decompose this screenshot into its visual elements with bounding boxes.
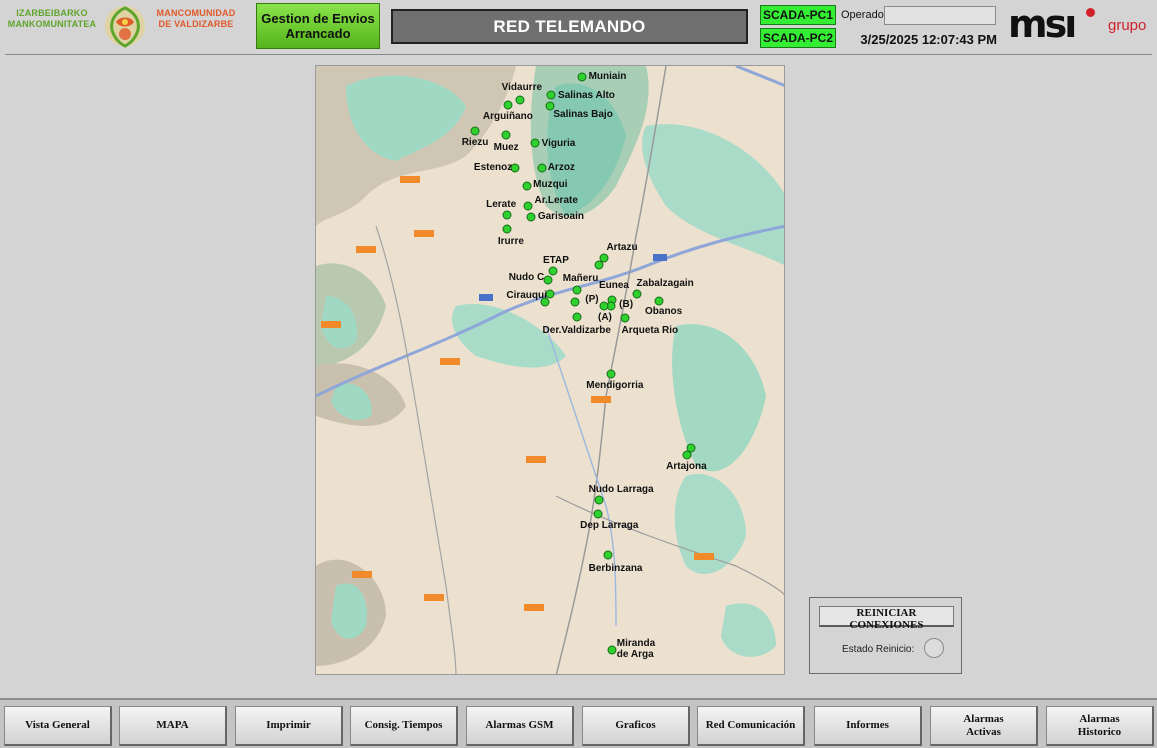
gestion-envios-status[interactable]: Gestion de Envios Arrancado: [256, 3, 380, 49]
site-marker-icon[interactable]: [526, 212, 536, 222]
site-marker-icon[interactable]: [603, 550, 613, 560]
reset-status-led-icon: [924, 638, 944, 658]
site-label[interactable]: Eunea: [599, 280, 629, 291]
site-marker-icon[interactable]: [593, 509, 603, 519]
status-line-2: Arrancado: [285, 26, 351, 41]
nav-vista-general-button[interactable]: Vista General: [4, 706, 112, 746]
site-marker-icon[interactable]: [682, 450, 692, 460]
site-marker-icon[interactable]: [572, 285, 582, 295]
status-line-1: Gestion de Envios: [261, 11, 375, 26]
site-label[interactable]: (P): [585, 294, 598, 305]
nav-imprimir-button[interactable]: Imprimir: [235, 706, 343, 746]
site-marker-icon[interactable]: [502, 210, 512, 220]
site-label[interactable]: Dep Larraga: [580, 520, 638, 531]
mancomunidad-emblem-icon: [105, 6, 145, 48]
site-label[interactable]: Artazu: [606, 242, 637, 253]
site-label[interactable]: Viguria: [542, 138, 576, 149]
site-label[interactable]: Garisoain: [538, 211, 584, 222]
site-marker-icon[interactable]: [522, 181, 532, 191]
site-marker-icon[interactable]: [570, 297, 580, 307]
site-marker-icon[interactable]: [543, 275, 553, 284]
site-marker-icon[interactable]: [540, 297, 550, 307]
site-marker-icon[interactable]: [537, 163, 547, 173]
site-marker-icon[interactable]: [530, 138, 540, 148]
site-label[interactable]: ETAP: [543, 255, 569, 266]
site-marker-icon[interactable]: [594, 260, 604, 270]
datetime-display: 3/25/2025 12:07:43 PM: [860, 32, 997, 47]
site-label[interactable]: Nudo Larraga: [589, 484, 654, 495]
site-label[interactable]: Arqueta Rio: [622, 325, 679, 336]
site-marker-icon[interactable]: [502, 224, 512, 234]
msi-logo: msı: [1008, 2, 1077, 46]
site-label[interactable]: Ar.Lerate: [535, 195, 578, 206]
operator-input[interactable]: [884, 6, 996, 25]
nav-alarmas-gsm-button[interactable]: Alarmas GSM: [466, 706, 574, 746]
site-label[interactable]: Mañeru: [563, 273, 599, 284]
map-terrain-icon: [316, 66, 784, 674]
site-label[interactable]: Riezu: [462, 137, 489, 148]
reset-panel: REINICIAR CONEXIONES Estado Reinicio:: [809, 597, 962, 674]
site-label[interactable]: Der.Valdizarbe: [543, 325, 611, 336]
site-label[interactable]: Zabalzagain: [637, 278, 694, 289]
site-marker-icon[interactable]: [572, 312, 582, 322]
site-marker-icon[interactable]: [599, 301, 609, 311]
site-marker-icon[interactable]: [503, 100, 513, 110]
nav-red-comunicacion-button[interactable]: Red Comunicación: [697, 706, 805, 746]
nav-consig-tiempos-button[interactable]: Consig. Tiempos: [350, 706, 458, 746]
site-label[interactable]: Obanos: [645, 306, 682, 317]
site-marker-icon[interactable]: [523, 201, 533, 211]
site-marker-icon[interactable]: [501, 130, 511, 140]
site-marker-icon[interactable]: [632, 289, 642, 299]
site-marker-icon[interactable]: [470, 126, 480, 136]
site-label[interactable]: Arguiñano: [483, 111, 533, 122]
msi-logo-dot-icon: [1086, 8, 1095, 17]
logo-left-text: IZARBEIBARKO MANKOMUNITATEA: [7, 8, 97, 29]
nav-mapa-button[interactable]: MAPA: [119, 706, 227, 746]
site-label[interactable]: Irurre: [498, 236, 524, 247]
header-divider: [5, 54, 1152, 55]
bottom-nav: Vista General MAPA Imprimir Consig. Tiem…: [0, 698, 1157, 748]
reiniciar-conexiones-button[interactable]: REINICIAR CONEXIONES: [819, 606, 954, 631]
site-label[interactable]: Muniain: [589, 71, 627, 82]
site-marker-icon[interactable]: [546, 90, 556, 100]
site-label[interactable]: Nudo C: [509, 272, 545, 283]
header-bar: IZARBEIBARKO MANKOMUNITATEA MANCOMUNIDAD…: [0, 0, 1157, 54]
nav-alarmas-activas-button[interactable]: Alarmas Activas: [930, 706, 1038, 746]
site-label[interactable]: Artajona: [666, 461, 707, 472]
scada-pc1-indicator: SCADA-PC1: [760, 5, 836, 25]
nav-graficos-button[interactable]: Graficos: [582, 706, 690, 746]
site-label[interactable]: Mendigorria: [586, 380, 643, 391]
site-marker-icon[interactable]: [606, 369, 616, 379]
site-marker-icon[interactable]: [654, 296, 664, 306]
site-label[interactable]: Berbinzana: [589, 563, 643, 574]
site-label[interactable]: Miranda de Arga: [617, 638, 667, 660]
site-marker-icon[interactable]: [620, 313, 630, 323]
site-label[interactable]: Salinas Alto: [558, 90, 615, 101]
site-label[interactable]: Muzqui: [533, 179, 567, 190]
site-label[interactable]: Arzoz: [548, 162, 575, 173]
site-marker-icon[interactable]: [515, 95, 525, 105]
page-title: RED TELEMANDO: [391, 9, 748, 44]
site-marker-icon[interactable]: [594, 495, 604, 505]
site-label[interactable]: Estenoz: [474, 162, 512, 173]
network-map[interactable]: Muniain Vidaurre Salinas Alto Salinas Bajo A…: [315, 65, 785, 675]
site-marker-icon[interactable]: [607, 645, 617, 655]
scada-pc2-indicator: SCADA-PC2: [760, 28, 836, 48]
site-marker-icon[interactable]: [577, 72, 587, 82]
nav-informes-button[interactable]: Informes: [814, 706, 922, 746]
grupo-logo-text: grupo: [1108, 17, 1147, 34]
reset-status-label: Estado Reinicio:: [842, 644, 915, 655]
site-label[interactable]: Muez: [494, 142, 519, 153]
site-label[interactable]: (A): [598, 312, 612, 323]
site-label[interactable]: Salinas Bajo: [553, 109, 612, 120]
site-label[interactable]: Lerate: [486, 199, 516, 210]
site-label[interactable]: Vidaurre: [502, 82, 542, 93]
nav-alarmas-historico-button[interactable]: Alarmas Historico: [1046, 706, 1154, 746]
site-label[interactable]: (B): [619, 299, 633, 310]
site-marker-icon[interactable]: [548, 266, 558, 276]
logo-right-text: MANCOMUNIDAD DE VALDIZARBE: [156, 8, 236, 29]
